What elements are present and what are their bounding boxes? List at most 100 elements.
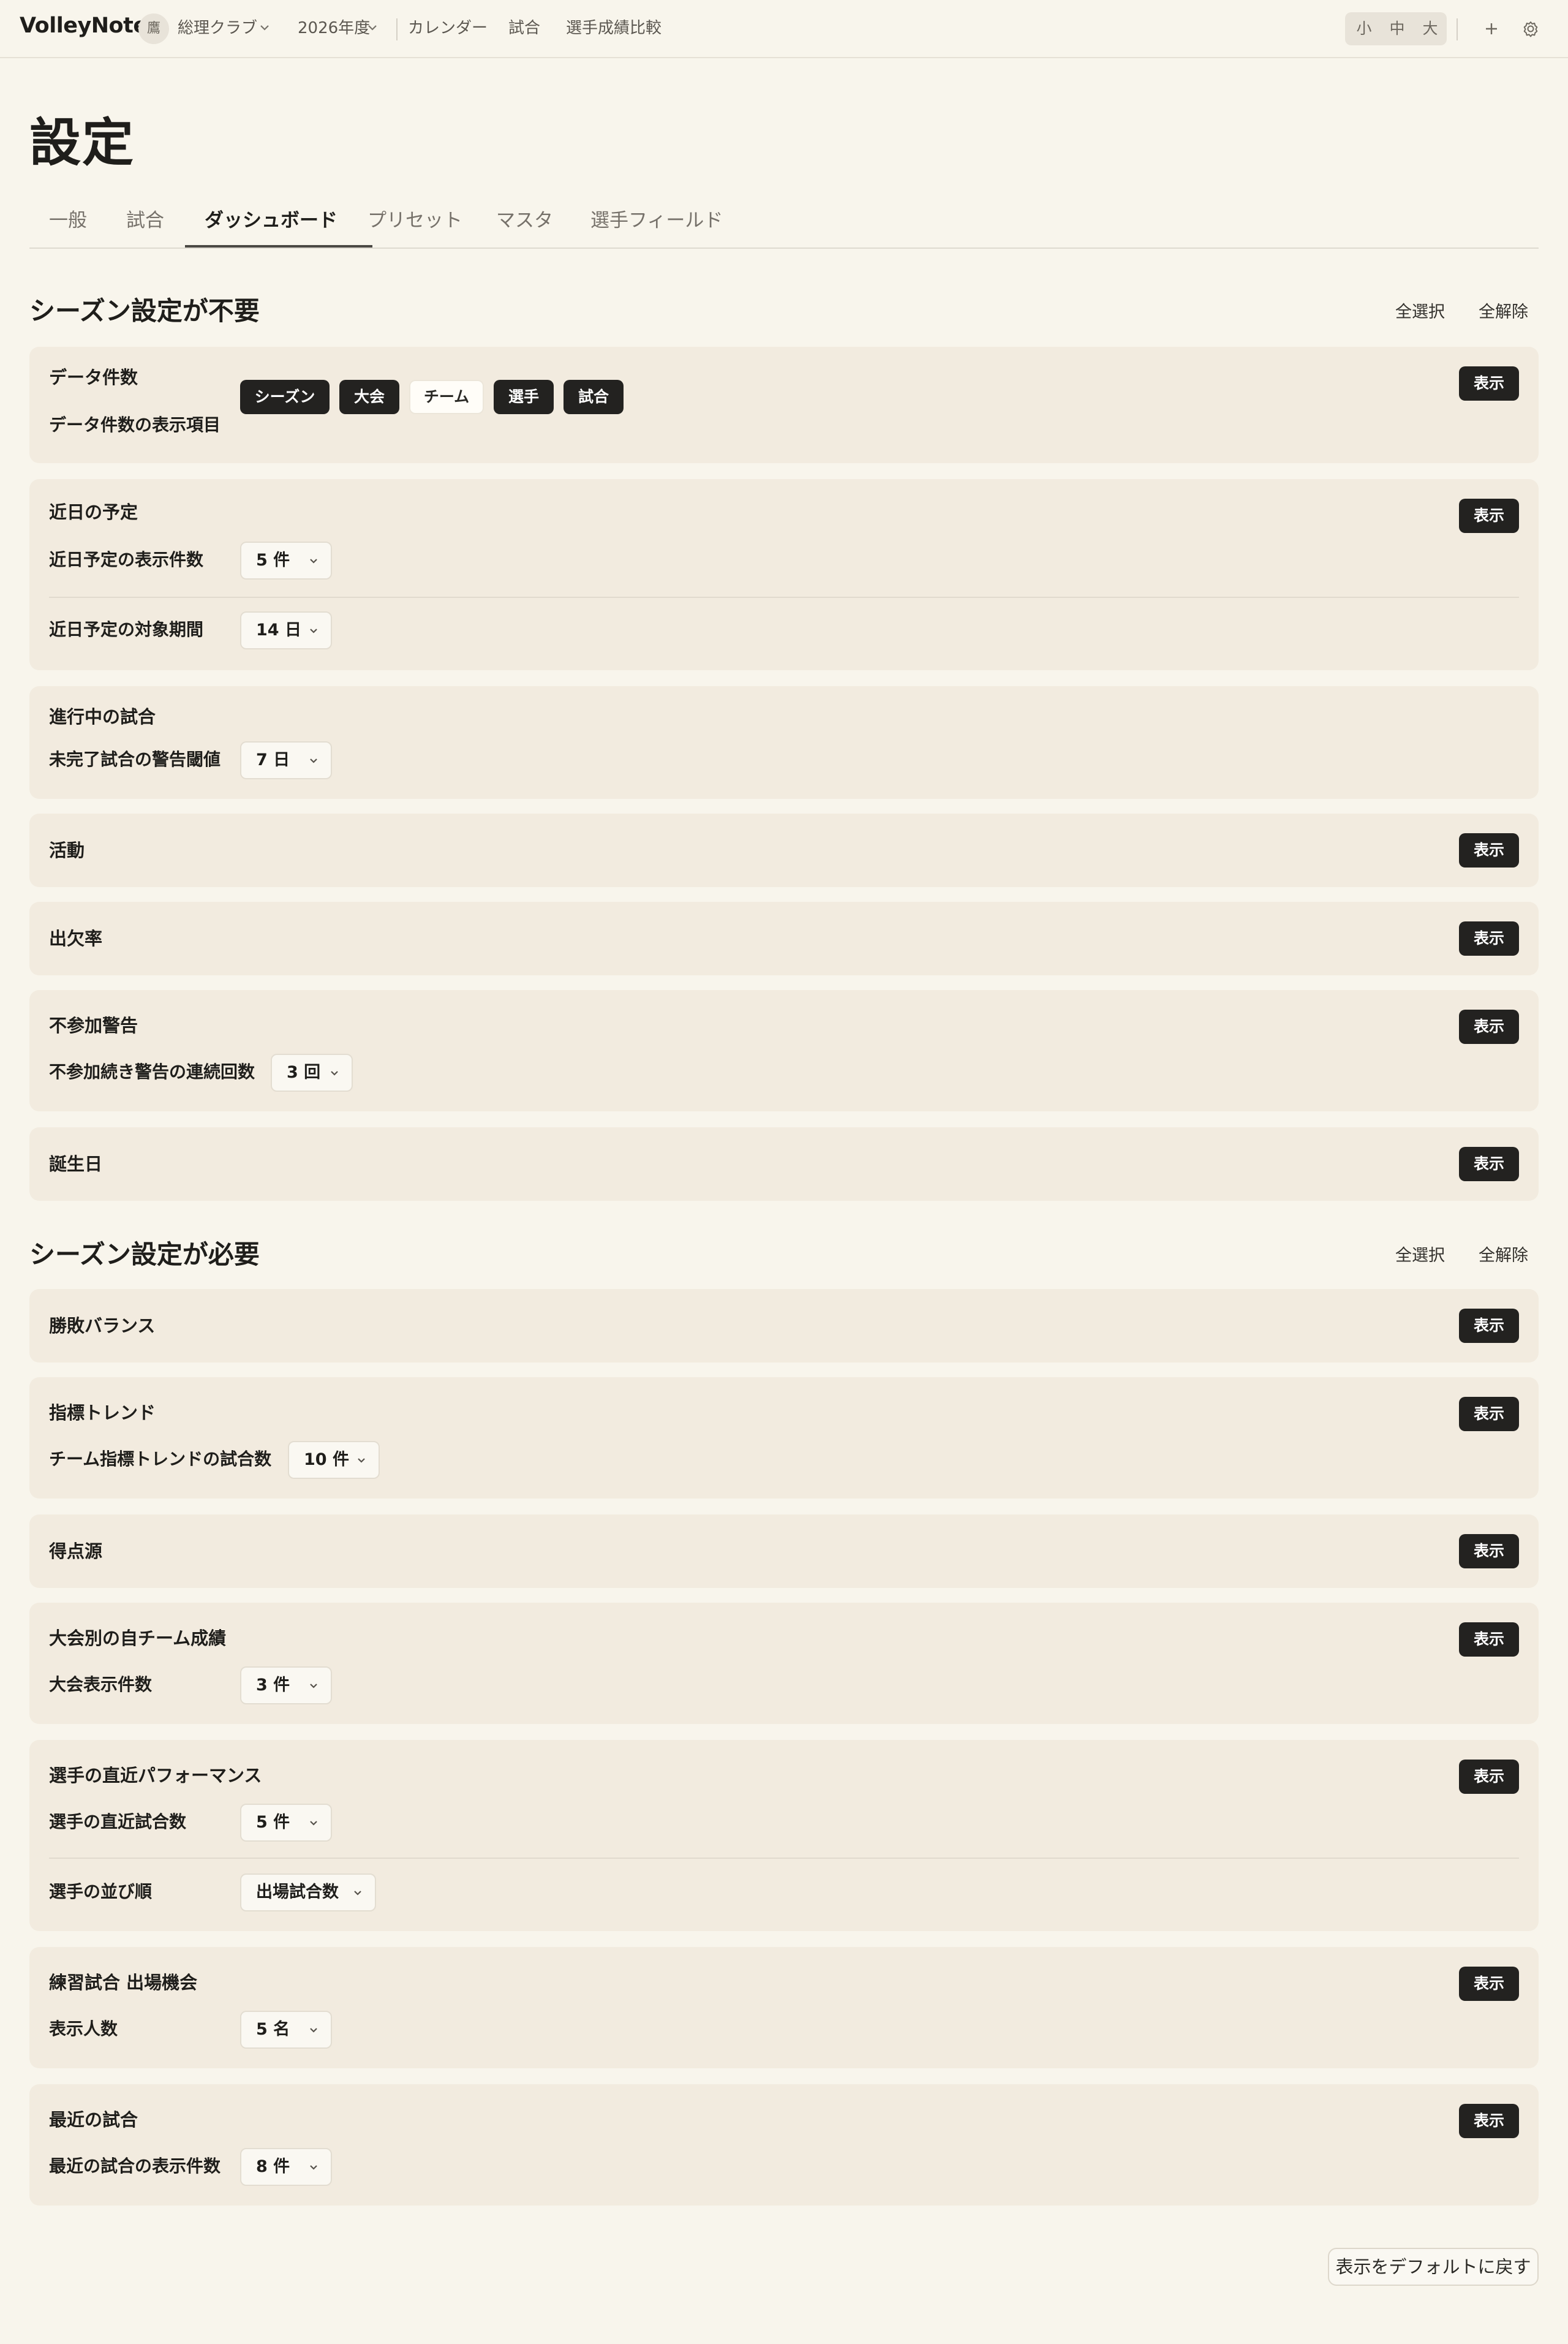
- chevron-down-icon: [349, 1885, 366, 1902]
- club-selector[interactable]: 総理クラブ: [178, 17, 257, 39]
- card-title: 練習試合 出場機会: [49, 1972, 198, 1993]
- card-title: データ件数: [49, 367, 138, 388]
- setting-label: 未完了試合の警告閾値: [49, 749, 221, 769]
- select-value: 5 件: [256, 1813, 290, 1832]
- select-value: 14 日: [256, 621, 301, 640]
- select-value: 10 件: [304, 1450, 349, 1469]
- show-toggle-button[interactable]: 表示: [1459, 921, 1519, 956]
- card-scoring-source: 得点源 表示: [29, 1514, 1539, 1588]
- card-title: 大会別の自チーム成績: [49, 1628, 227, 1649]
- show-toggle-button[interactable]: 表示: [1459, 1967, 1519, 2001]
- setting-label: 近日予定の表示件数: [49, 550, 204, 570]
- show-toggle-button[interactable]: 表示: [1459, 1534, 1519, 1568]
- chevron-down-icon[interactable]: [364, 18, 381, 37]
- show-toggle-button[interactable]: 表示: [1459, 833, 1519, 868]
- show-toggle-button[interactable]: 表示: [1459, 1760, 1519, 1794]
- chip-season[interactable]: シーズン: [240, 380, 330, 414]
- absence-streak-select[interactable]: 3 回: [271, 1054, 353, 1092]
- nav-games[interactable]: 試合: [508, 17, 540, 39]
- nav-player-compare[interactable]: 選手成績比較: [566, 17, 662, 39]
- card-title: 誕生日: [49, 1154, 103, 1174]
- section-title: シーズン設定が必要: [29, 1239, 260, 1269]
- setting-label: 近日予定の対象期間: [49, 619, 204, 640]
- gear-icon[interactable]: [1517, 15, 1545, 43]
- reset-defaults-button[interactable]: 表示をデフォルトに戻す: [1328, 2248, 1539, 2286]
- club-avatar[interactable]: 鷹: [138, 13, 169, 44]
- card-birthday: 誕生日 表示: [29, 1127, 1539, 1201]
- settings-tabs: 一般 試合 ダッシュボード プリセット マスタ 選手フィールド: [29, 200, 1539, 249]
- select-all-button[interactable]: 全選択: [1395, 1244, 1445, 1268]
- card-title: 活動: [49, 840, 85, 861]
- card-title: 不参加警告: [49, 1015, 138, 1036]
- tab-games[interactable]: 試合: [126, 207, 164, 234]
- tab-dashboard[interactable]: ダッシュボード: [205, 207, 337, 234]
- card-title: 指標トレンド: [49, 1402, 156, 1423]
- clear-all-button[interactable]: 全解除: [1479, 300, 1528, 325]
- setting-label: データ件数の表示項目: [49, 415, 221, 435]
- practice-people-select[interactable]: 5 名: [240, 2011, 332, 2049]
- chevron-down-icon: [305, 1677, 322, 1695]
- card-upcoming: 近日の予定 表示 近日予定の表示件数 5 件 近日予定の対象期間 14 日: [29, 479, 1539, 670]
- show-toggle-button[interactable]: 表示: [1459, 1397, 1519, 1431]
- card-title: 勝敗バランス: [49, 1315, 156, 1336]
- in-progress-threshold-select[interactable]: 7 日: [240, 741, 332, 779]
- card-attendance: 出欠率 表示: [29, 902, 1539, 975]
- setting-label: チーム指標トレンドの試合数: [49, 1449, 272, 1469]
- tab-presets[interactable]: プリセット: [368, 207, 462, 234]
- app-logo[interactable]: VolleyNote: [20, 13, 148, 38]
- chevron-down-icon[interactable]: [256, 18, 273, 37]
- metric-trend-games-select[interactable]: 10 件: [288, 1441, 380, 1479]
- card-title: 出欠率: [49, 928, 103, 949]
- chevron-down-icon: [305, 553, 322, 570]
- show-toggle-button[interactable]: 表示: [1459, 1309, 1519, 1343]
- font-size-medium[interactable]: 中: [1383, 17, 1411, 40]
- setting-label: 選手の並び順: [49, 1881, 153, 1902]
- card-title: 進行中の試合: [49, 706, 156, 727]
- section-title: シーズン設定が不要: [29, 296, 260, 326]
- card-title: 選手の直近パフォーマンス: [49, 1765, 262, 1786]
- chevron-down-icon: [305, 752, 322, 769]
- tournament-count-select[interactable]: 3 件: [240, 1666, 332, 1704]
- upcoming-count-select[interactable]: 5 件: [240, 542, 332, 580]
- chip-tournament[interactable]: 大会: [339, 380, 399, 414]
- show-toggle-button[interactable]: 表示: [1459, 2104, 1519, 2138]
- player-recent-games-select[interactable]: 5 件: [240, 1804, 332, 1842]
- recent-games-count-select[interactable]: 8 件: [240, 2148, 332, 2186]
- font-size-large[interactable]: 大: [1416, 17, 1444, 40]
- select-value: 5 件: [256, 551, 290, 570]
- divider: [49, 597, 1519, 598]
- clear-all-button[interactable]: 全解除: [1479, 1244, 1528, 1268]
- show-toggle-button[interactable]: 表示: [1459, 1147, 1519, 1181]
- select-value: 3 回: [287, 1063, 321, 1082]
- card-metric-trend: 指標トレンド 表示 チーム指標トレンドの試合数 10 件: [29, 1377, 1539, 1499]
- select-value: 7 日: [256, 750, 290, 769]
- page-title: 設定: [29, 113, 135, 173]
- show-toggle-button[interactable]: 表示: [1459, 499, 1519, 533]
- divider: [1457, 18, 1458, 40]
- card-activity: 活動 表示: [29, 814, 1539, 887]
- tab-player-fields[interactable]: 選手フィールド: [590, 207, 723, 234]
- chip-team[interactable]: チーム: [409, 380, 484, 414]
- card-title: 最近の試合: [49, 2109, 138, 2130]
- show-toggle-button[interactable]: 表示: [1459, 1010, 1519, 1044]
- card-title: 得点源: [49, 1541, 103, 1562]
- show-toggle-button[interactable]: 表示: [1459, 366, 1519, 401]
- tab-general[interactable]: 一般: [49, 207, 87, 234]
- player-order-select[interactable]: 出場試合数: [240, 1873, 376, 1911]
- plus-icon[interactable]: [1477, 15, 1506, 43]
- chevron-down-icon: [305, 2159, 322, 2176]
- chip-game[interactable]: 試合: [564, 380, 624, 414]
- select-all-button[interactable]: 全選択: [1395, 300, 1445, 325]
- nav-calendar[interactable]: カレンダー: [408, 17, 488, 39]
- tab-master[interactable]: マスタ: [496, 207, 553, 234]
- top-bar: VolleyNote 鷹 総理クラブ 2026年度 カレンダー 試合 選手成績比…: [0, 0, 1568, 58]
- upcoming-period-select[interactable]: 14 日: [240, 611, 332, 649]
- font-size-small[interactable]: 小: [1350, 17, 1378, 40]
- select-value: 出場試合数: [256, 1883, 339, 1902]
- select-value: 3 件: [256, 1676, 290, 1695]
- season-selector[interactable]: 2026年度: [298, 17, 370, 39]
- setting-label: 大会表示件数: [49, 1674, 153, 1695]
- show-toggle-button[interactable]: 表示: [1459, 1622, 1519, 1657]
- chip-player[interactable]: 選手: [494, 380, 554, 414]
- setting-label: 表示人数: [49, 2019, 118, 2039]
